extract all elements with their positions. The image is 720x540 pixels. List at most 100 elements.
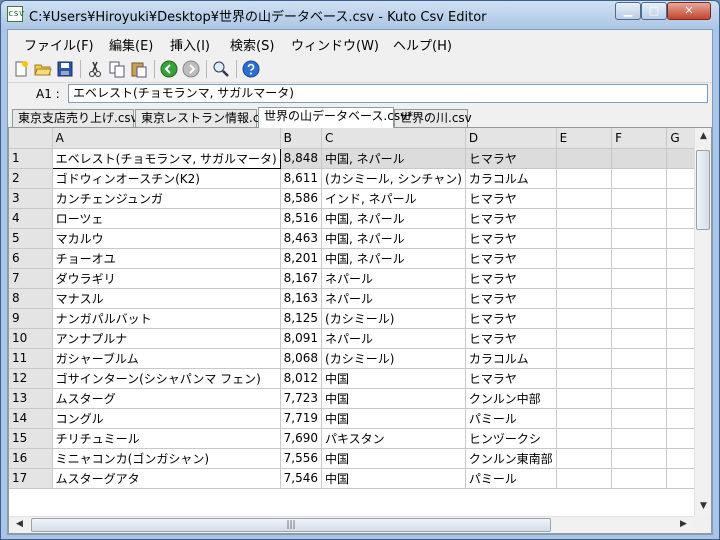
- paste-icon[interactable]: [130, 60, 148, 78]
- maximize-button[interactable]: □: [641, 2, 667, 20]
- grid-cell[interactable]: [556, 168, 613, 189]
- grid-cell[interactable]: 7,723: [280, 388, 323, 409]
- grid-cell[interactable]: [611, 468, 668, 489]
- redo-icon[interactable]: [182, 60, 200, 78]
- grid-cell[interactable]: ヒンヅークシ: [465, 428, 557, 449]
- grid-cell[interactable]: アンナプルナ: [52, 328, 281, 349]
- new-file-icon[interactable]: [12, 60, 30, 78]
- grid-cell[interactable]: [611, 228, 668, 249]
- close-button[interactable]: ✕: [667, 2, 711, 20]
- grid-cell[interactable]: [611, 388, 668, 409]
- grid-cell[interactable]: ネパール: [321, 328, 466, 349]
- grid-cell[interactable]: 8,848: [280, 148, 323, 169]
- row-header[interactable]: 16: [9, 448, 53, 469]
- grid-cell[interactable]: パキスタン: [321, 428, 466, 449]
- grid-cell[interactable]: [556, 448, 613, 469]
- grid-cell[interactable]: [611, 408, 668, 429]
- row-header[interactable]: 5: [9, 228, 53, 249]
- vertical-scroll-thumb[interactable]: [696, 150, 710, 230]
- row-header[interactable]: 10: [9, 328, 53, 349]
- open-folder-icon[interactable]: [34, 60, 52, 78]
- scroll-up-icon[interactable]: ▲: [695, 131, 711, 141]
- grid-cell[interactable]: ナンガパルバット: [52, 308, 281, 329]
- row-header[interactable]: 9: [9, 308, 53, 329]
- grid-cell[interactable]: 中国, ネパール: [321, 148, 466, 169]
- grid-cell[interactable]: 中国: [321, 448, 466, 469]
- grid-cell[interactable]: 中国: [321, 388, 466, 409]
- grid-cell[interactable]: ヒマラヤ: [465, 208, 557, 229]
- grid-cell[interactable]: カラコルム: [465, 168, 557, 189]
- menu-edit[interactable]: 編集(E): [109, 35, 153, 54]
- grid-cell[interactable]: (カシミール): [321, 348, 466, 369]
- grid-cell[interactable]: パミール: [465, 468, 557, 489]
- grid-cell[interactable]: ヒマラヤ: [465, 308, 557, 329]
- grid-cell[interactable]: [556, 428, 613, 449]
- grid-cell[interactable]: チョーオユ: [52, 248, 281, 269]
- grid-cell[interactable]: 中国: [321, 368, 466, 389]
- grid-cell[interactable]: 7,556: [280, 448, 323, 469]
- menu-file[interactable]: ファイル(F): [24, 35, 94, 54]
- grid-cell[interactable]: ヒマラヤ: [465, 328, 557, 349]
- grid-cell[interactable]: [611, 308, 668, 329]
- row-header[interactable]: 6: [9, 248, 53, 269]
- menu-window[interactable]: ウィンドウ(W): [291, 35, 379, 54]
- grid-cell[interactable]: ヒマラヤ: [465, 268, 557, 289]
- column-header-d[interactable]: D: [465, 128, 557, 149]
- grid-cell[interactable]: [556, 148, 613, 169]
- menu-insert[interactable]: 挿入(I): [170, 35, 210, 54]
- grid-cell[interactable]: [556, 248, 613, 269]
- grid-cell[interactable]: ムスターグアタ: [52, 468, 281, 489]
- grid-cell[interactable]: [556, 408, 613, 429]
- row-header[interactable]: 8: [9, 288, 53, 309]
- row-header[interactable]: 3: [9, 188, 53, 209]
- grid-cell[interactable]: (カシミール): [321, 308, 466, 329]
- grid-cell[interactable]: [611, 448, 668, 469]
- save-icon[interactable]: [56, 60, 74, 78]
- grid-cell[interactable]: [556, 468, 613, 489]
- row-header[interactable]: 2: [9, 168, 53, 189]
- horizontal-scrollbar[interactable]: ◀ ||| ▶: [9, 516, 694, 533]
- grid-cell[interactable]: [556, 268, 613, 289]
- grid-cell[interactable]: [611, 348, 668, 369]
- grid-cell[interactable]: ネパール: [321, 288, 466, 309]
- grid-cell[interactable]: [556, 388, 613, 409]
- grid-cell[interactable]: クンルン東南部: [465, 448, 557, 469]
- horizontal-scroll-thumb[interactable]: |||: [31, 518, 551, 532]
- grid-cell[interactable]: クンルン中部: [465, 388, 557, 409]
- row-header[interactable]: 7: [9, 268, 53, 289]
- grid-cell[interactable]: (カシミール, シンチャン): [321, 168, 466, 189]
- undo-icon[interactable]: [160, 60, 178, 78]
- grid-cell[interactable]: [611, 368, 668, 389]
- grid-cell[interactable]: コングル: [52, 408, 281, 429]
- grid-cell[interactable]: [556, 208, 613, 229]
- search-icon[interactable]: [212, 60, 230, 78]
- tab-tokyo-restaurant-info[interactable]: 東京レストラン情報.csv: [135, 109, 273, 127]
- grid-cell[interactable]: [556, 228, 613, 249]
- grid-cell[interactable]: 7,719: [280, 408, 323, 429]
- grid-cell[interactable]: ネパール: [321, 268, 466, 289]
- grid-cell[interactable]: [556, 348, 613, 369]
- grid-cell[interactable]: [611, 428, 668, 449]
- grid-cell[interactable]: [611, 328, 668, 349]
- grid-cell[interactable]: カラコルム: [465, 348, 557, 369]
- grid-cell[interactable]: ヒマラヤ: [465, 368, 557, 389]
- grid-cell[interactable]: エベレスト(チョモランマ, サガルマータ): [51, 147, 281, 169]
- title-bar[interactable]: csv C:¥Users¥Hiroyuki¥Desktop¥世界の山データベース…: [1, 1, 719, 29]
- grid-cell[interactable]: [556, 288, 613, 309]
- grid-cell[interactable]: 8,167: [280, 268, 323, 289]
- grid-cell[interactable]: [611, 288, 668, 309]
- tab-world-mountains-database[interactable]: 世界の山データベース.csv*: [258, 107, 413, 128]
- grid-cell[interactable]: 7,690: [280, 428, 323, 449]
- grid-cell[interactable]: [611, 148, 668, 169]
- row-header[interactable]: 13: [9, 388, 53, 409]
- row-header[interactable]: 14: [9, 408, 53, 429]
- grid-cell[interactable]: ゴサインターン(シシャパンマ フェン): [52, 368, 281, 389]
- grid-cell[interactable]: 中国, ネパール: [321, 228, 466, 249]
- grid-cell[interactable]: [556, 188, 613, 209]
- menu-search[interactable]: 検索(S): [230, 35, 274, 54]
- grid-cell[interactable]: 中国: [321, 408, 466, 429]
- grid-cell[interactable]: マカルウ: [52, 228, 281, 249]
- column-header-b[interactable]: B: [280, 128, 323, 149]
- grid-cell[interactable]: 8,012: [280, 368, 323, 389]
- grid-cell[interactable]: 中国: [321, 468, 466, 489]
